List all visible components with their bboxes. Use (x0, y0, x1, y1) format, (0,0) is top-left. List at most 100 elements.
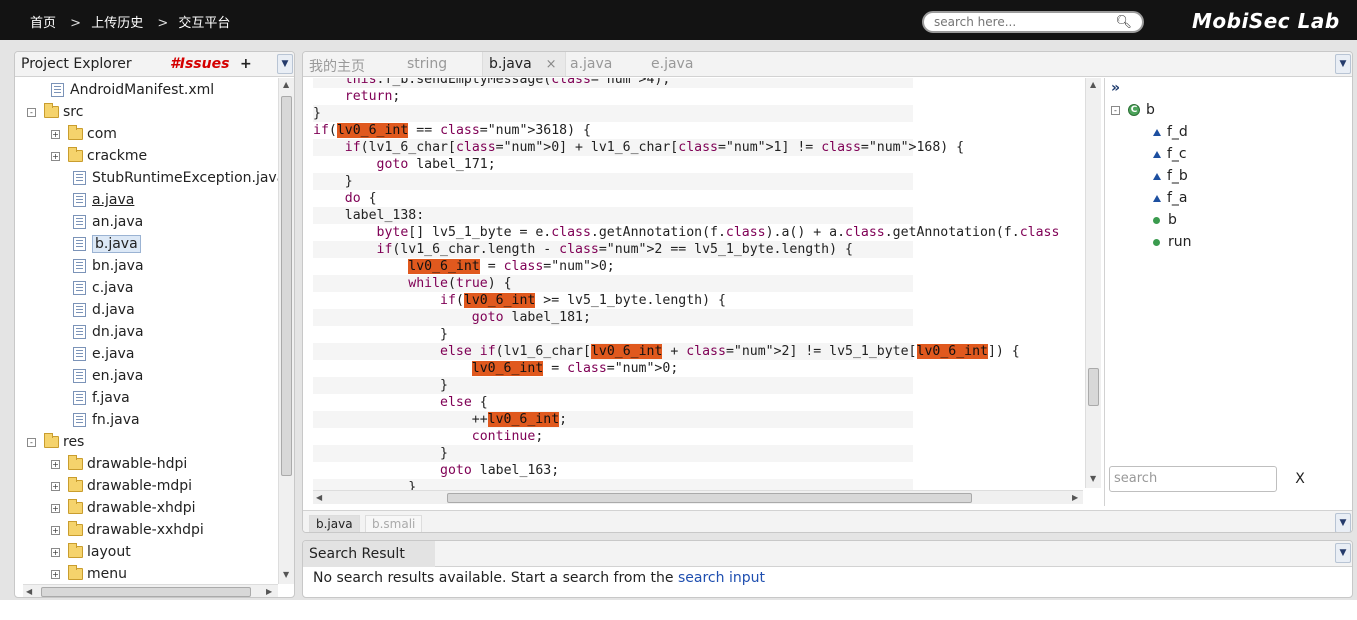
search-menu-dropdown[interactable]: ▼ (1335, 543, 1351, 563)
code-editor[interactable]: this.f_b.sendEmptyMessage(class="num">4)… (303, 78, 1087, 490)
tab-e-java[interactable]: e.java (651, 56, 693, 72)
tab-b-java-source[interactable]: b.java (309, 515, 360, 532)
scroll-right-icon[interactable]: ▶ (266, 587, 272, 596)
breadcrumb-upload-history[interactable]: 上传历史 (91, 16, 143, 31)
code-line: if(lv0_6_int == class="num">3618) { (313, 123, 591, 138)
scroll-down-icon[interactable]: ▼ (283, 570, 289, 579)
method-icon (1153, 238, 1160, 246)
editor-menu-dropdown[interactable]: ▼ (1335, 54, 1351, 74)
breadcrumb-home[interactable]: 首页 (30, 16, 56, 31)
structure-method[interactable]: b (1153, 210, 1177, 230)
top-search-input[interactable] (934, 13, 1114, 31)
explorer-horizontal-scrollbar[interactable]: ◀ ▶ (23, 584, 278, 597)
tree-file[interactable]: d.java (73, 300, 135, 320)
tree-folder[interactable]: - src (27, 102, 83, 122)
expand-icon[interactable]: + (51, 151, 60, 161)
tree-folder[interactable]: + layout (51, 542, 131, 562)
expand-icon[interactable]: + (51, 129, 60, 139)
tab-b-java[interactable]: b.java × (482, 52, 566, 76)
tree-file[interactable]: an.java (73, 212, 143, 232)
code-horizontal-scrollbar[interactable]: ◀ ▶ (313, 490, 1083, 504)
scroll-right-icon[interactable]: ▶ (1072, 493, 1078, 502)
collapse-icon[interactable]: - (27, 107, 36, 117)
tree-item-label: a.java (92, 192, 135, 208)
file-icon (51, 83, 64, 97)
tree-folder[interactable]: + drawable-hdpi (51, 454, 187, 474)
file-tree: AndroidManifest.xml - src + com + crackme StubR… (15, 78, 279, 586)
bottom-menu-dropdown[interactable]: ▼ (1335, 513, 1351, 532)
tree-file[interactable]: bn.java (73, 256, 144, 276)
clear-search-button[interactable]: X (1288, 466, 1312, 492)
folder-icon (68, 147, 83, 162)
collapse-icon[interactable]: - (1111, 105, 1120, 115)
scrollbar-thumb[interactable] (41, 587, 251, 597)
tab-a-java[interactable]: a.java (570, 56, 612, 72)
expand-icon[interactable]: + (51, 481, 60, 491)
structure-search-input[interactable]: search (1109, 466, 1277, 492)
expand-icon[interactable]: + (51, 569, 60, 579)
structure-method[interactable]: run (1153, 232, 1192, 252)
close-icon[interactable]: × (546, 57, 557, 72)
tree-file[interactable]: en.java (73, 366, 143, 386)
expand-icon[interactable]: + (51, 503, 60, 513)
tree-item-label: layout (87, 544, 131, 560)
folder-icon (68, 499, 83, 514)
tree-file[interactable]: a.java (73, 190, 134, 210)
tree-folder[interactable]: + drawable-xxhdpi (51, 520, 204, 540)
tree-file[interactable]: StubRuntimeException.java (73, 168, 279, 188)
tree-folder[interactable]: + menu (51, 564, 127, 584)
tree-folder[interactable]: + drawable-xhdpi (51, 498, 196, 518)
tab-search-result[interactable]: Search Result (303, 541, 435, 567)
structure-member-label: f_c (1167, 146, 1187, 162)
add-tab-button[interactable]: + (240, 56, 252, 72)
scroll-left-icon[interactable]: ◀ (26, 587, 32, 596)
collapse-icon[interactable]: - (27, 437, 36, 447)
tree-file[interactable]: AndroidManifest.xml (51, 80, 214, 100)
scroll-down-icon[interactable]: ▼ (1090, 474, 1096, 483)
search-icon[interactable]: 🔍︎ (1115, 15, 1132, 30)
tree-file[interactable]: b.java (73, 234, 141, 254)
tree-folder[interactable]: - res (27, 432, 84, 452)
expand-icon[interactable]: + (51, 547, 60, 557)
breadcrumb-platform[interactable]: 交互平台 (178, 16, 230, 31)
tree-item-label: crackme (87, 148, 148, 164)
code-line: if(lv0_6_int >= lv5_1_byte.length) { (440, 293, 726, 308)
code-line: } (313, 377, 913, 394)
structure-field[interactable]: f_a (1153, 188, 1188, 208)
explorer-vertical-scrollbar[interactable]: ▲ ▼ (278, 78, 294, 584)
code-vertical-scrollbar[interactable]: ▲ ▼ (1085, 78, 1101, 488)
scrollbar-thumb[interactable] (447, 493, 972, 503)
method-icon (1153, 216, 1160, 224)
expand-icon[interactable]: + (51, 525, 60, 535)
expand-panel-icon[interactable]: » (1111, 80, 1120, 96)
scrollbar-thumb[interactable] (281, 96, 292, 476)
structure-field[interactable]: f_d (1153, 122, 1188, 142)
structure-field[interactable]: f_c (1153, 144, 1187, 164)
tree-file[interactable]: e.java (73, 344, 134, 364)
explorer-menu-dropdown[interactable]: ▼ (277, 54, 293, 74)
tab-string[interactable]: string (407, 56, 447, 72)
structure-root[interactable]: - C b (1111, 100, 1155, 120)
tab-project-explorer[interactable]: Project Explorer (21, 56, 132, 72)
tree-folder[interactable]: + com (51, 124, 117, 144)
tree-file[interactable]: c.java (73, 278, 133, 298)
scroll-up-icon[interactable]: ▲ (283, 80, 289, 89)
expand-icon[interactable]: + (51, 459, 60, 469)
tree-file[interactable]: f.java (73, 388, 130, 408)
structure-field[interactable]: f_b (1153, 166, 1188, 186)
search-result-panel: Search Result ▼ No search results availa… (302, 540, 1353, 598)
tab-issues[interactable]: #Issues (170, 56, 229, 72)
search-input-link[interactable]: search input (678, 570, 765, 586)
tree-item-label: drawable-xxhdpi (87, 522, 204, 538)
scrollbar-thumb[interactable] (1088, 368, 1099, 406)
tree-item-label: dn.java (92, 324, 144, 340)
field-icon (1153, 150, 1161, 158)
tab-home[interactable]: 我的主页 (309, 56, 365, 76)
tree-folder[interactable]: + crackme (51, 146, 147, 166)
scroll-up-icon[interactable]: ▲ (1090, 80, 1096, 89)
tree-file[interactable]: dn.java (73, 322, 144, 342)
tab-b-smali[interactable]: b.smali (365, 515, 423, 532)
scroll-left-icon[interactable]: ◀ (316, 493, 322, 502)
tree-folder[interactable]: + drawable-mdpi (51, 476, 192, 496)
tree-file[interactable]: fn.java (73, 410, 140, 430)
